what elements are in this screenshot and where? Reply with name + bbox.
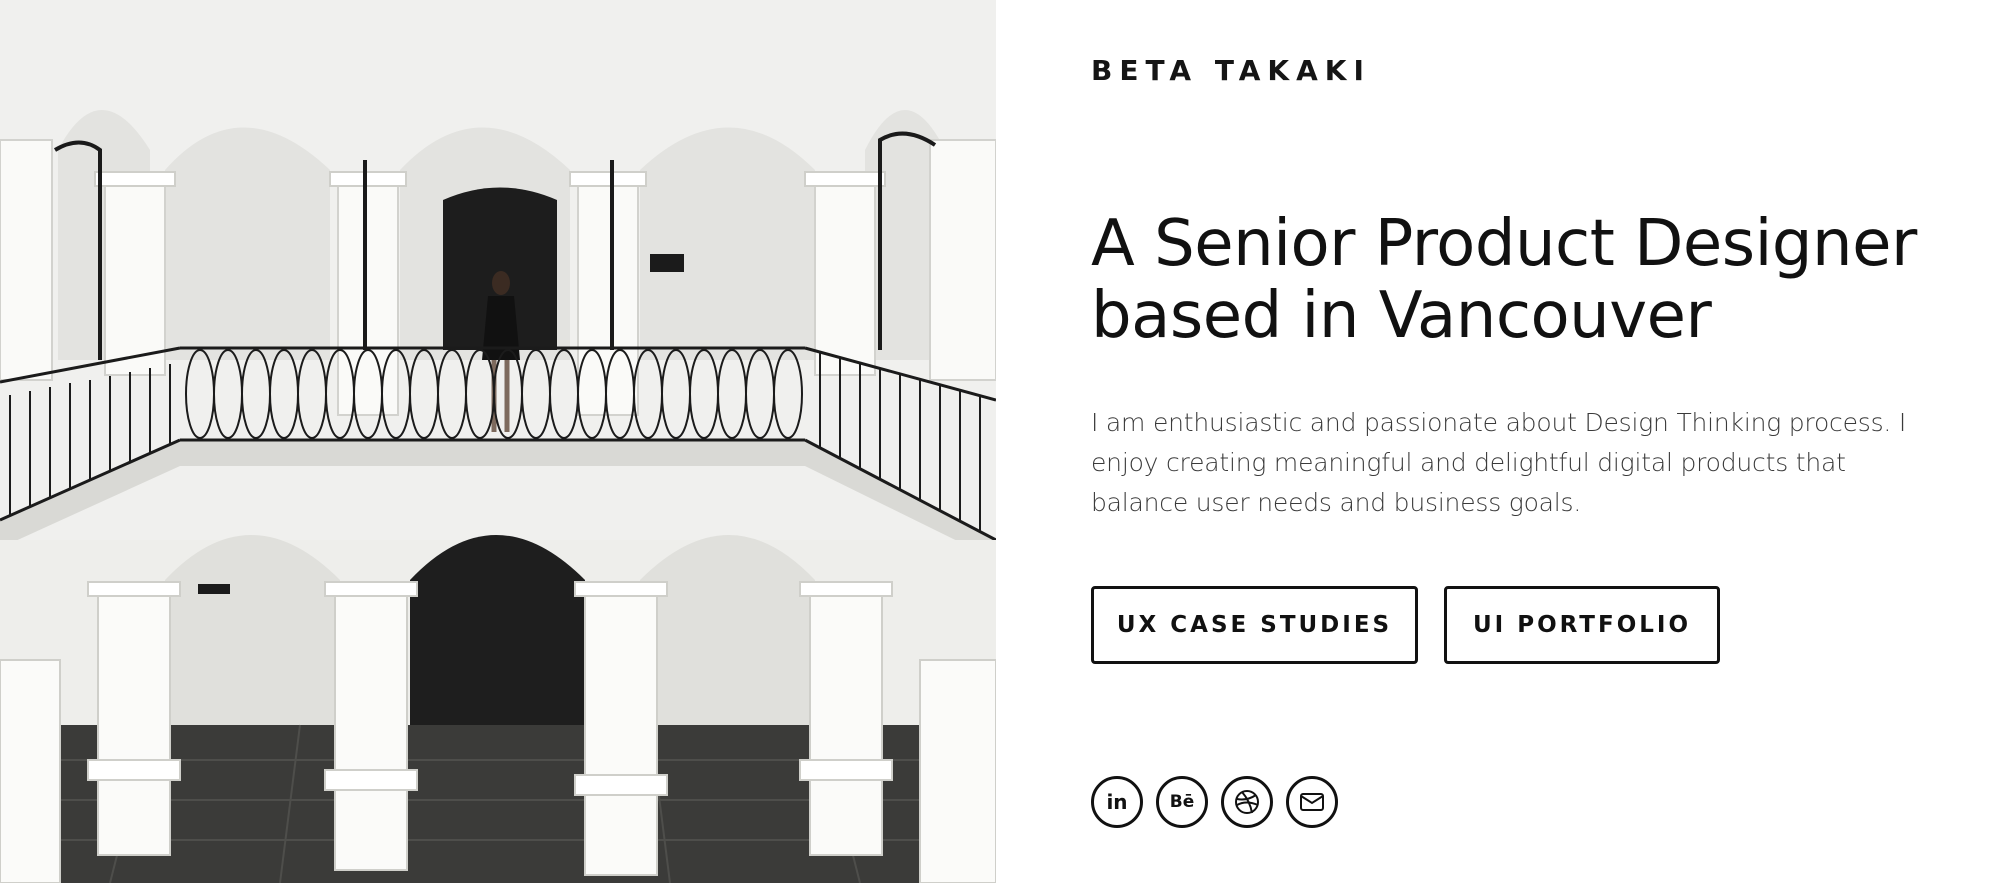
dribbble-icon bbox=[1235, 790, 1259, 814]
email-link[interactable] bbox=[1286, 776, 1338, 828]
headline-line-1: A Senior Product Designer bbox=[1091, 207, 1917, 281]
social-links: in Bē bbox=[1091, 776, 1338, 828]
ux-case-studies-button[interactable]: UX CASE STUDIES bbox=[1091, 586, 1418, 664]
intro-paragraph: I am enthusiastic and passionate about D… bbox=[1091, 408, 1907, 517]
page-title: A Senior Product Designer based in Vanco… bbox=[1091, 208, 1951, 352]
linkedin-link[interactable]: in bbox=[1091, 776, 1143, 828]
hero-photo bbox=[0, 0, 996, 883]
dribbble-link[interactable] bbox=[1221, 776, 1273, 828]
hero-content: BETA TAKAKI A Senior Product Designer ba… bbox=[1091, 0, 1971, 883]
headline-line-2: based in Vancouver bbox=[1091, 279, 1712, 353]
behance-icon: Bē bbox=[1169, 792, 1195, 812]
behance-link[interactable]: Bē bbox=[1156, 776, 1208, 828]
brand-name[interactable]: BETA TAKAKI bbox=[1091, 54, 1371, 87]
mail-icon bbox=[1300, 793, 1324, 811]
linkedin-icon: in bbox=[1106, 790, 1128, 814]
ui-portfolio-button[interactable]: UI PORTFOLIO bbox=[1444, 586, 1720, 664]
